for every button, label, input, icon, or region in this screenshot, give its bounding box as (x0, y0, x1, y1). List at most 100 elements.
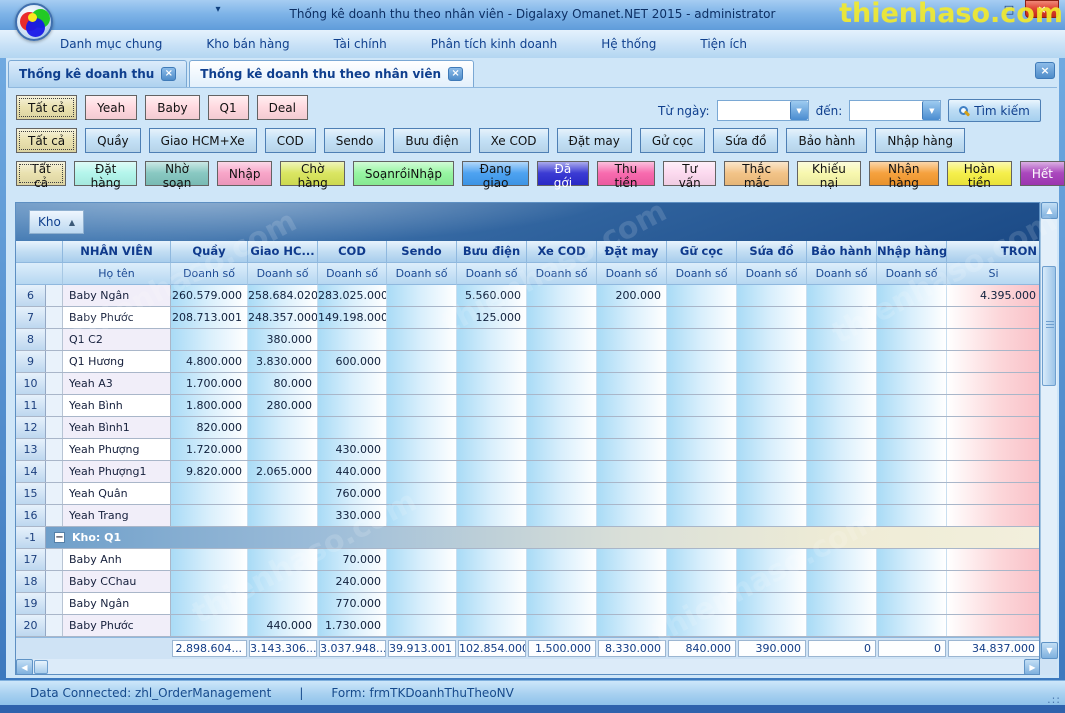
filter-button-3-7[interactable]: Đã gới (537, 161, 588, 186)
filter-button-3-6[interactable]: Đang giao (462, 161, 529, 186)
cell-value-10[interactable] (877, 439, 947, 460)
row-number[interactable]: 11 (16, 395, 46, 416)
column-subheader-8[interactable]: Doanh số (667, 263, 737, 285)
cell-value-4[interactable] (457, 439, 527, 460)
quick-access-chevron-icon[interactable]: ▾ (210, 4, 226, 18)
to-date-combo[interactable]: ▼ (849, 100, 941, 121)
cell-value-9[interactable] (807, 439, 877, 460)
table-row[interactable]: 18Baby CChau240.000 (16, 571, 1040, 593)
column-header-10[interactable]: Bảo hành (807, 241, 877, 263)
cell-value-5[interactable] (527, 593, 597, 614)
cell-value-6[interactable] (597, 395, 667, 416)
cell-value-8[interactable] (737, 395, 807, 416)
cell-value-6[interactable] (597, 439, 667, 460)
menu-item-0[interactable]: Danh mục chung (60, 37, 162, 51)
cell-name[interactable]: Yeah Bình (63, 395, 171, 416)
row-number[interactable]: 20 (16, 615, 46, 636)
cell-value-3[interactable] (387, 395, 457, 416)
table-row[interactable]: 7Baby Phước208.713.001248.357.000149.198… (16, 307, 1040, 329)
cell-value-5[interactable] (527, 483, 597, 504)
cell-value-10[interactable] (877, 417, 947, 438)
cell-value-5[interactable] (527, 307, 597, 328)
filter-button-3-11[interactable]: Khiếu nại (797, 161, 860, 186)
row-number[interactable]: 18 (16, 571, 46, 592)
filter-button-3-2[interactable]: Nhờ soạn (145, 161, 209, 186)
cell-value-6[interactable] (597, 549, 667, 570)
cell-value-4[interactable] (457, 329, 527, 350)
filter-button-3-5[interactable]: SoạnrồiNhập (353, 161, 454, 186)
cell-value-6[interactable] (597, 373, 667, 394)
column-header-5[interactable]: Bưu điện (457, 241, 527, 263)
scroll-up-icon[interactable]: ▲ (1041, 202, 1058, 219)
cell-value-7[interactable] (667, 483, 737, 504)
cell-value-4[interactable] (457, 373, 527, 394)
cell-value-9[interactable] (807, 461, 877, 482)
cell-value-0[interactable]: 9.820.000 (171, 461, 248, 482)
cell-value-5[interactable] (527, 329, 597, 350)
filter-button-2-6[interactable]: Xe COD (479, 128, 549, 153)
cell-value-1[interactable] (248, 417, 318, 438)
tab-0[interactable]: Thống kê doanh thu× (8, 60, 187, 87)
cell-trong[interactable] (947, 395, 1040, 416)
column-subheader-2[interactable]: Doanh số (248, 263, 318, 285)
cell-value-7[interactable] (667, 285, 737, 306)
cell-trong[interactable] (947, 307, 1040, 328)
filter-button-2-7[interactable]: Đặt may (557, 128, 632, 153)
filter-button-3-4[interactable]: Chờ hàng (280, 161, 344, 186)
filter-button-3-0[interactable]: Tất cả (16, 161, 66, 186)
cell-value-3[interactable] (387, 483, 457, 504)
cell-name[interactable]: Baby CChau (63, 571, 171, 592)
menu-item-1[interactable]: Kho bán hàng (206, 37, 289, 51)
cell-value-1[interactable] (248, 593, 318, 614)
cell-value-1[interactable] (248, 483, 318, 504)
cell-value-6[interactable] (597, 615, 667, 636)
cell-value-4[interactable] (457, 351, 527, 372)
cell-value-3[interactable] (387, 549, 457, 570)
menu-item-5[interactable]: Tiện ích (700, 37, 747, 51)
cell-value-7[interactable] (667, 549, 737, 570)
cell-value-8[interactable] (737, 505, 807, 526)
document-close-button[interactable]: × (1035, 62, 1055, 79)
cell-value-5[interactable] (527, 395, 597, 416)
cell-trong[interactable] (947, 351, 1040, 372)
cell-trong[interactable] (947, 329, 1040, 350)
filter-button-1-4[interactable]: Deal (257, 95, 308, 120)
cell-value-1[interactable]: 258.684.020 (248, 285, 318, 306)
cell-trong[interactable] (947, 549, 1040, 570)
cell-value-10[interactable] (877, 593, 947, 614)
column-header-3[interactable]: COD (318, 241, 387, 263)
cell-value-8[interactable] (737, 329, 807, 350)
cell-value-5[interactable] (527, 351, 597, 372)
cell-value-10[interactable] (877, 549, 947, 570)
cell-value-9[interactable] (807, 615, 877, 636)
cell-value-8[interactable] (737, 439, 807, 460)
cell-trong[interactable] (947, 483, 1040, 504)
cell-value-2[interactable]: 330.000 (318, 505, 387, 526)
cell-value-10[interactable] (877, 351, 947, 372)
cell-value-9[interactable] (807, 285, 877, 306)
column-subheader-12[interactable]: Si (947, 263, 1040, 285)
horizontal-scroll-thumb[interactable] (34, 660, 48, 674)
table-row[interactable]: 19Baby Ngân770.000 (16, 593, 1040, 615)
cell-value-8[interactable] (737, 615, 807, 636)
cell-trong[interactable] (947, 571, 1040, 592)
cell-value-10[interactable] (877, 615, 947, 636)
cell-value-3[interactable] (387, 417, 457, 438)
filter-button-2-1[interactable]: Quầy (85, 128, 141, 153)
cell-name[interactable]: Baby Phước (63, 307, 171, 328)
cell-value-6[interactable] (597, 307, 667, 328)
cell-value-1[interactable]: 2.065.000 (248, 461, 318, 482)
cell-value-4[interactable] (457, 395, 527, 416)
cell-value-0[interactable] (171, 615, 248, 636)
filter-button-2-3[interactable]: COD (265, 128, 316, 153)
table-row[interactable]: 11Yeah Bình1.800.000280.000 (16, 395, 1040, 417)
column-header-7[interactable]: Đặt may (597, 241, 667, 263)
chevron-down-icon[interactable]: ▼ (790, 101, 808, 120)
filter-button-3-10[interactable]: Thắc mắc (724, 161, 789, 186)
cell-value-5[interactable] (527, 373, 597, 394)
cell-value-3[interactable] (387, 615, 457, 636)
filter-button-2-2[interactable]: Giao HCM+Xe (149, 128, 257, 153)
filter-button-2-10[interactable]: Bảo hành (786, 128, 867, 153)
filter-button-3-8[interactable]: Thu tiền (597, 161, 656, 186)
cell-value-7[interactable] (667, 571, 737, 592)
